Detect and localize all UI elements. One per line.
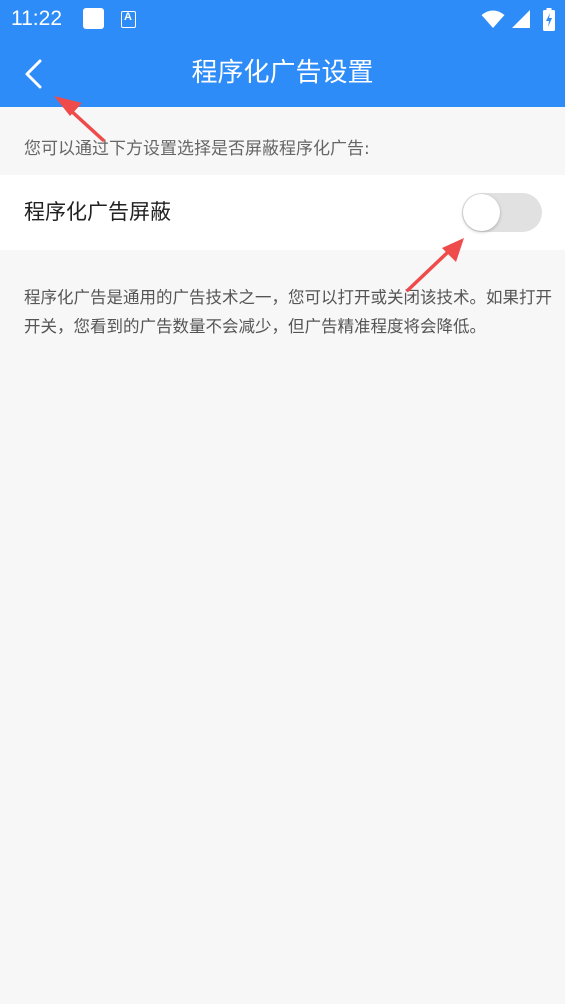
a-app-icon: A xyxy=(121,11,136,28)
app-bar: 程序化广告设置 xyxy=(0,40,565,107)
ad-block-setting-label: 程序化广告屏蔽 xyxy=(24,200,171,224)
setting-description: 程序化广告是通用的广告技术之一，您可以打开或关闭该技术。如果打开开关，您看到的广… xyxy=(24,288,552,336)
toggle-knob xyxy=(463,194,500,231)
settings-hint: 您可以通过下方设置选择是否屏蔽程序化广告: xyxy=(24,139,370,159)
battery-charging-icon xyxy=(543,8,555,31)
wifi-icon xyxy=(481,10,505,28)
status-time: 11:22 xyxy=(11,7,62,30)
ad-block-toggle[interactable] xyxy=(462,193,542,232)
notification-square-icon xyxy=(83,8,104,29)
page-title: 程序化广告设置 xyxy=(191,58,374,88)
signal-icon xyxy=(512,10,530,28)
status-bar: 11:22 A xyxy=(0,0,565,40)
